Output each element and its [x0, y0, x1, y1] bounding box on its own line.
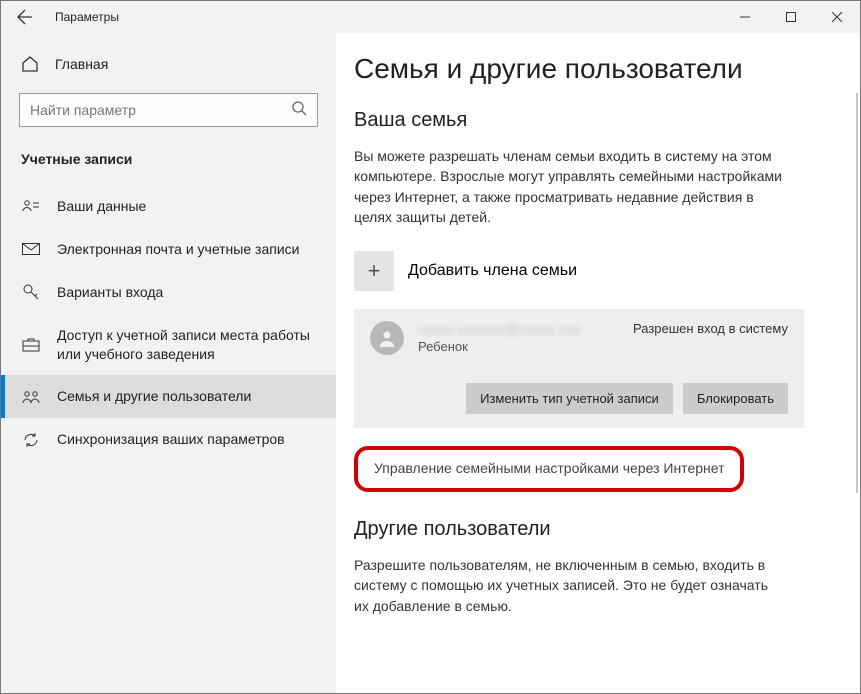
sidebar-item-your-info[interactable]: Ваши данные	[1, 185, 336, 228]
minimize-button[interactable]	[722, 1, 768, 33]
content-area: Семья и другие пользователи Ваша семья В…	[336, 33, 860, 693]
manage-family-link-highlight: Управление семейными настройками через И…	[354, 446, 744, 492]
minimize-icon	[740, 12, 750, 22]
other-users-description: Разрешите пользователям, не включенным в…	[354, 555, 784, 616]
briefcase-icon	[21, 338, 41, 352]
plus-icon: +	[354, 251, 394, 291]
other-users-heading: Другие пользователи	[354, 518, 826, 541]
avatar	[370, 321, 404, 355]
sidebar-item-label: Синхронизация ваших параметров	[57, 430, 285, 449]
back-button[interactable]	[1, 1, 49, 33]
mail-icon	[21, 243, 41, 255]
scrollbar[interactable]	[856, 93, 858, 493]
close-button[interactable]	[814, 1, 860, 33]
titlebar: Параметры	[1, 1, 860, 33]
member-email: xxxxx.xxxxxxx@xxxxx.xxx	[418, 321, 619, 337]
close-icon	[832, 12, 842, 22]
people-icon	[21, 390, 41, 404]
sidebar-item-work-school[interactable]: Доступ к учетной записи места работы или…	[1, 314, 336, 376]
sidebar-item-label: Электронная почта и учетные записи	[57, 240, 299, 259]
sidebar-item-label: Варианты входа	[57, 283, 163, 302]
sync-icon	[21, 431, 41, 449]
maximize-icon	[786, 12, 796, 22]
maximize-button[interactable]	[768, 1, 814, 33]
family-description: Вы можете разрешать членам семьи входить…	[354, 146, 784, 227]
sidebar-item-label: Ваши данные	[57, 197, 146, 216]
sidebar-item-signin-options[interactable]: Варианты входа	[1, 271, 336, 314]
sidebar-item-family[interactable]: Семья и другие пользователи	[1, 375, 336, 418]
page-title: Семья и другие пользователи	[354, 53, 826, 85]
arrow-left-icon	[17, 9, 33, 25]
sidebar-item-label: Семья и другие пользователи	[57, 387, 251, 406]
change-account-type-button[interactable]: Изменить тип учетной записи	[466, 383, 673, 414]
search-input[interactable]	[19, 93, 318, 127]
manage-family-link[interactable]: Управление семейными настройками через И…	[374, 460, 724, 476]
person-icon	[377, 328, 397, 348]
sidebar-item-email-accounts[interactable]: Электронная почта и учетные записи	[1, 228, 336, 271]
settings-window: Параметры Главная	[0, 0, 861, 694]
block-button[interactable]: Блокировать	[683, 383, 788, 414]
key-icon	[21, 283, 41, 301]
person-badge-icon	[21, 199, 41, 213]
search-icon	[291, 100, 307, 121]
sidebar-item-label: Доступ к учетной записи места работы или…	[57, 326, 316, 364]
add-family-member[interactable]: + Добавить члена семьи	[354, 251, 826, 291]
window-title: Параметры	[55, 10, 119, 24]
home-icon	[21, 55, 39, 73]
member-role: Ребенок	[418, 339, 619, 354]
sidebar: Главная Учетные записи Ваши данные	[1, 33, 336, 693]
sidebar-item-sync[interactable]: Синхронизация ваших параметров	[1, 418, 336, 461]
family-member-card[interactable]: xxxxx.xxxxxxx@xxxxx.xxx Ребенок Разрешен…	[354, 309, 804, 428]
home-nav[interactable]: Главная	[1, 45, 336, 83]
search-field[interactable]	[30, 102, 291, 118]
family-heading: Ваша семья	[354, 109, 826, 132]
add-family-label: Добавить члена семьи	[408, 262, 577, 280]
member-permission: Разрешен вход в систему	[633, 321, 788, 336]
section-label: Учетные записи	[1, 141, 336, 185]
home-label: Главная	[55, 56, 108, 72]
